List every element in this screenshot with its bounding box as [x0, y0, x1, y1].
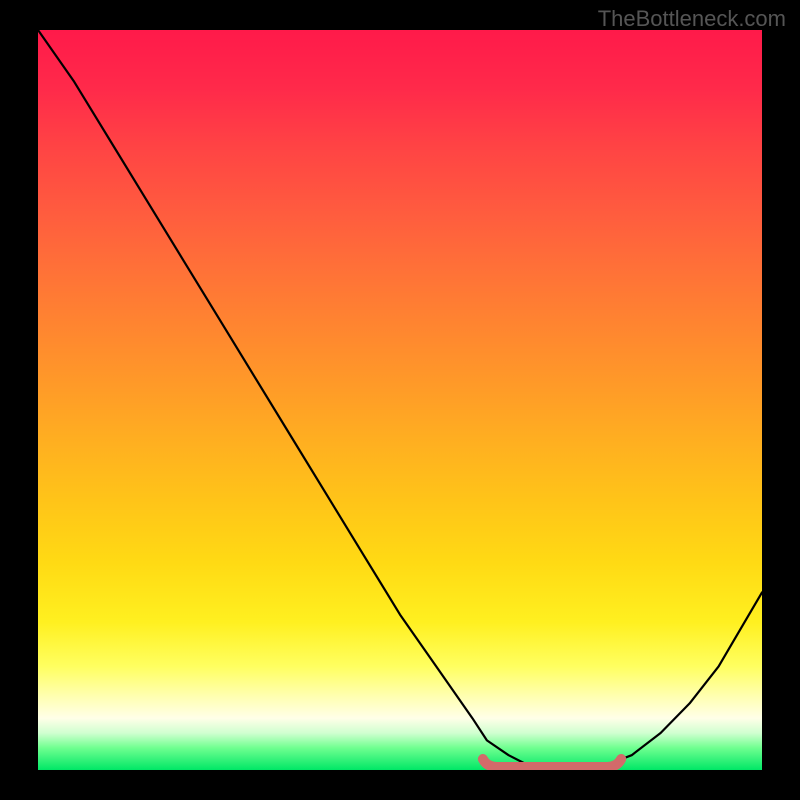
watermark-text: TheBottleneck.com: [598, 6, 786, 32]
optimum-range-marker: [38, 30, 762, 770]
chart-plot-area: [38, 30, 762, 770]
